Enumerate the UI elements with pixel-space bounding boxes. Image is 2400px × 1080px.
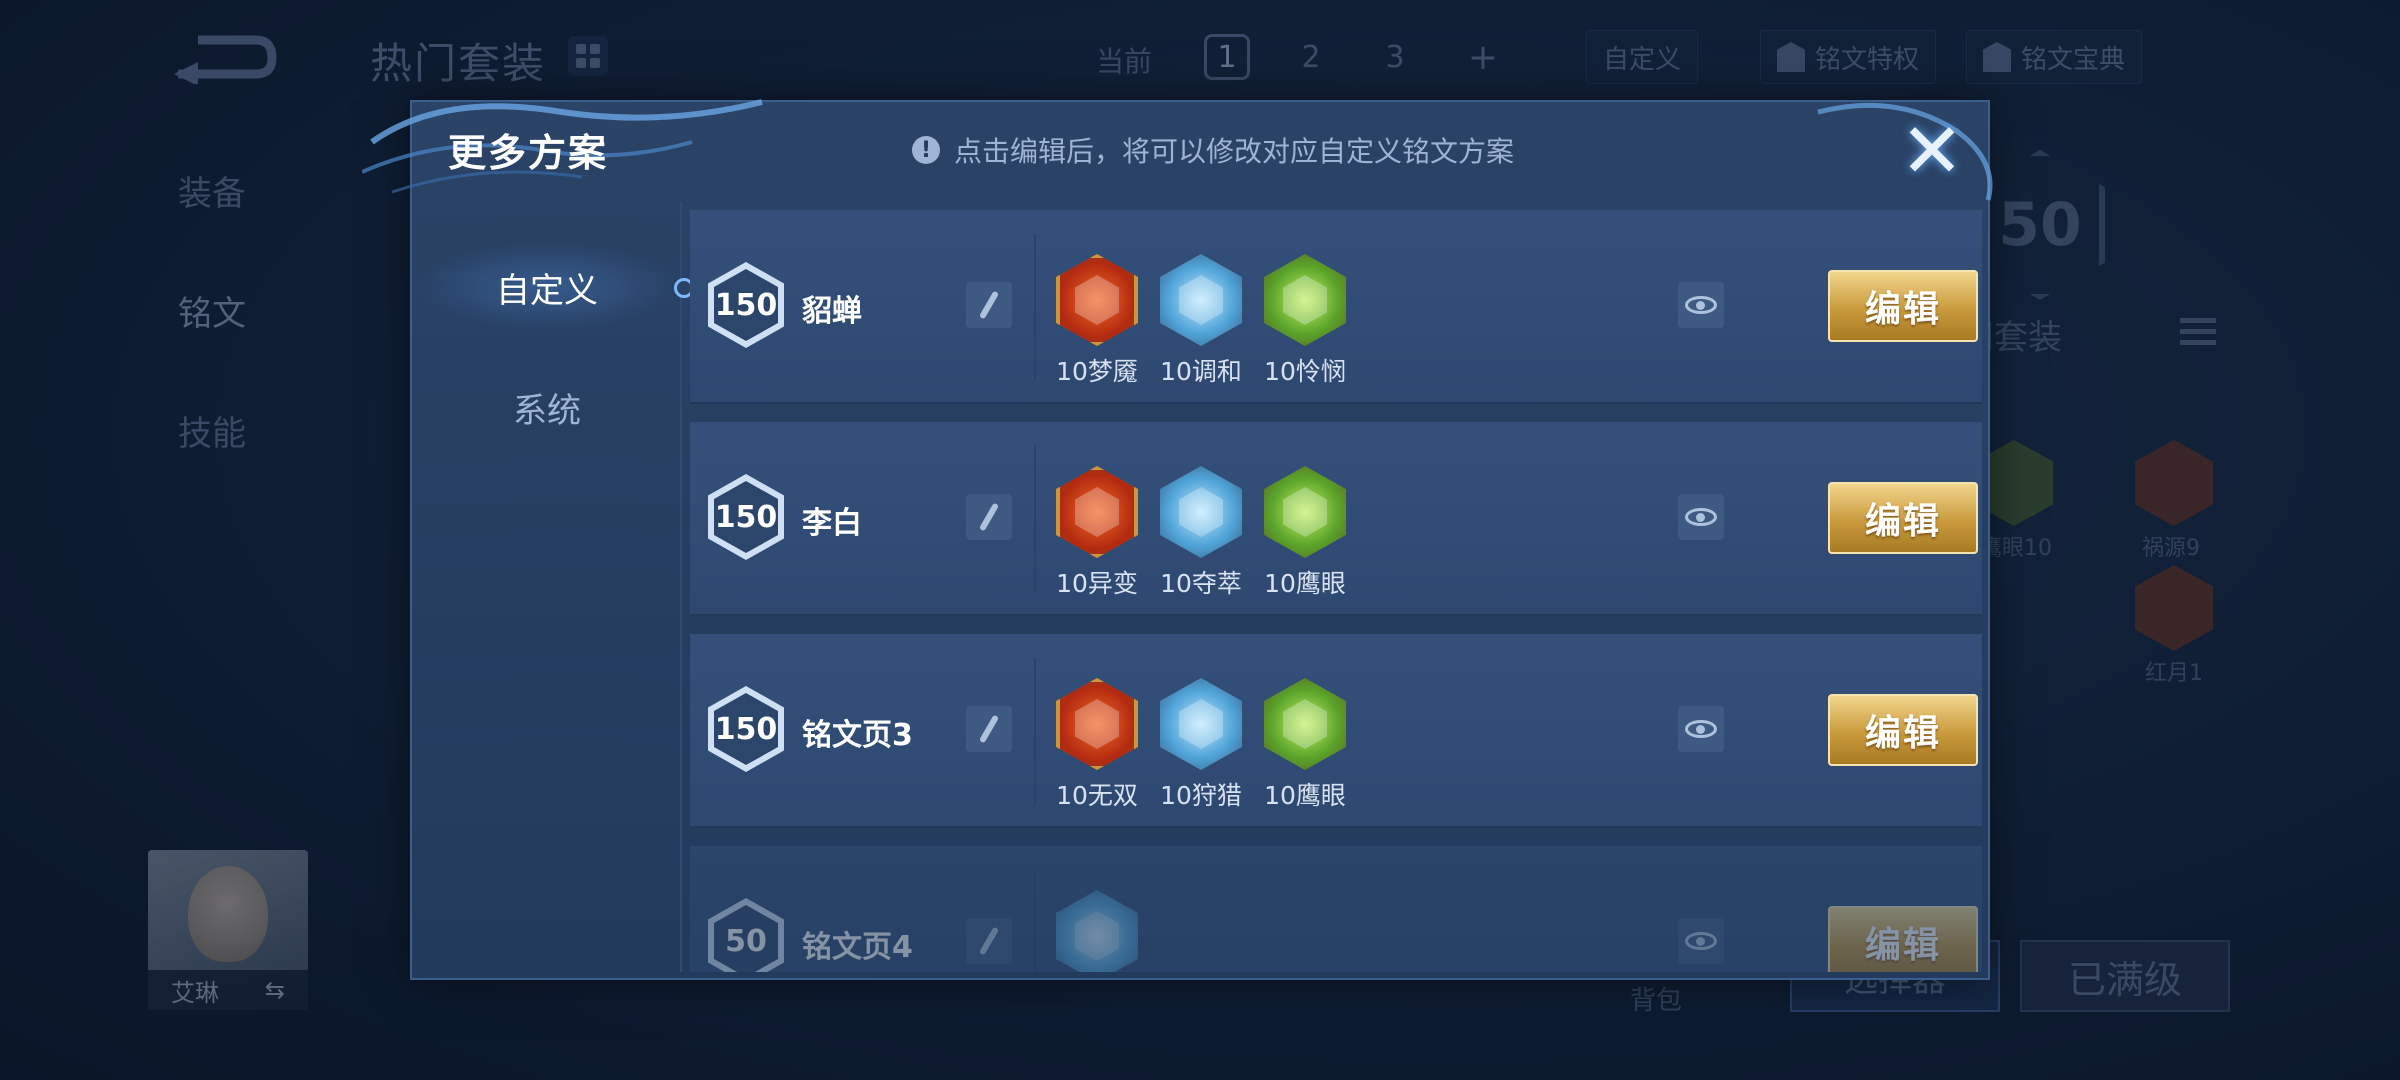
rune-label: 10调和 (1160, 357, 1242, 386)
rune-red-icon[interactable] (1056, 466, 1138, 558)
plan-row: 150 铭文页3 10无双 10狩猎 10鹰眼 编辑 (690, 634, 1982, 828)
rename-pencil-icon[interactable] (966, 282, 1012, 328)
hint-label: 点击编辑后，将可以修改对应自定义铭文方案 (954, 135, 1515, 168)
tab-system-label: 系统 (513, 390, 581, 431)
rune-blue-icon[interactable] (1160, 254, 1242, 346)
hint-text: ! 点击编辑后，将可以修改对应自定义铭文方案 (912, 130, 1514, 170)
tab-custom-label: 自定义 (496, 270, 598, 311)
plan-name: 貂蝉 (802, 294, 862, 329)
rune-label: 10狩猎 (1160, 781, 1242, 810)
rune-blue-icon[interactable] (1160, 678, 1242, 770)
more-plans-dialog: 更多方案 ! 点击编辑后，将可以修改对应自定义铭文方案 ✕ 自定义 系统 150… (362, 99, 1993, 980)
rune-label: 10夺萃 (1160, 569, 1242, 598)
preview-eye-icon[interactable] (1678, 706, 1724, 752)
plan-tabs: 自定义 系统 (412, 202, 694, 972)
rename-pencil-icon[interactable] (966, 706, 1012, 752)
rename-pencil-icon[interactable] (966, 918, 1012, 964)
close-icon[interactable]: ✕ (1892, 106, 1972, 195)
preview-eye-icon[interactable] (1678, 918, 1724, 964)
rune-blue-icon[interactable] (1160, 466, 1242, 558)
rename-pencil-icon[interactable] (966, 494, 1012, 540)
divider (1034, 870, 1036, 972)
plan-name: 铭文页3 (802, 718, 913, 753)
info-icon: ! (912, 136, 940, 164)
rune-label: 10怜悯 (1264, 357, 1346, 386)
tab-custom[interactable]: 自定义 (412, 242, 694, 332)
rune-label: 10鹰眼 (1264, 569, 1346, 598)
rune-label: 10异变 (1056, 569, 1138, 598)
divider (1034, 446, 1036, 592)
divider (1034, 234, 1036, 380)
rune-label: 10梦魇 (1056, 357, 1138, 386)
rune-green-icon[interactable] (1264, 254, 1346, 346)
rune-green-icon[interactable] (1264, 466, 1346, 558)
divider (1034, 658, 1036, 804)
plan-row: 150 貂蝉 10梦魇 10调和 10怜悯 编辑 (690, 210, 1982, 404)
preview-eye-icon[interactable] (1678, 282, 1724, 328)
rune-label: 10无双 (1056, 781, 1138, 810)
rune-green-icon[interactable] (1264, 678, 1346, 770)
tab-system[interactable]: 系统 (412, 362, 682, 452)
plan-row: 150 李白 10异变 10夺萃 10鹰眼 编辑 (690, 422, 1982, 616)
rune-red-icon[interactable] (1056, 254, 1138, 346)
preview-eye-icon[interactable] (1678, 494, 1724, 540)
rune-red-icon[interactable] (1056, 678, 1138, 770)
dialog-title: 更多方案 (448, 131, 609, 175)
edit-button[interactable]: 编辑 (1828, 482, 1978, 554)
edit-button[interactable]: 编辑 (1828, 906, 1978, 972)
rune-label: 10鹰眼 (1264, 781, 1346, 810)
edit-button[interactable]: 编辑 (1828, 694, 1978, 766)
plan-name: 李白 (802, 506, 862, 541)
rune-blue-icon[interactable] (1056, 890, 1138, 972)
plan-name: 铭文页4 (802, 930, 913, 965)
edit-button[interactable]: 编辑 (1828, 270, 1978, 342)
plan-list[interactable]: 150 貂蝉 10梦魇 10调和 10怜悯 编辑 150 李白 10异变 10夺萃 10鹰眼 编辑 15… (682, 202, 1982, 972)
plan-row: 50 铭文页4 编辑 (690, 846, 1982, 972)
